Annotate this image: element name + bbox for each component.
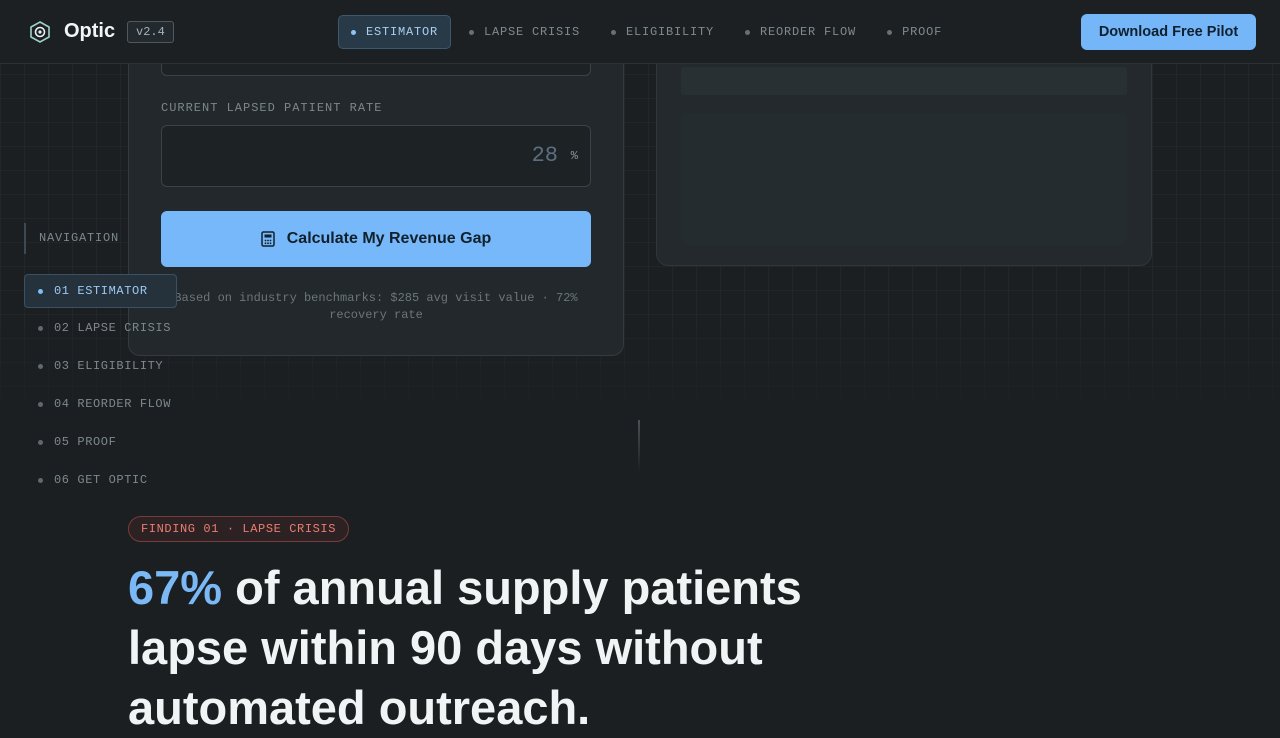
sidenav-item-eligibility[interactable]: 03 ELIGIBILITY xyxy=(24,349,177,383)
calculator-icon xyxy=(260,231,275,247)
tab-dot-icon xyxy=(887,29,893,35)
tab-proof[interactable]: PROOF xyxy=(874,15,955,49)
results-placeholder-bar xyxy=(681,67,1127,95)
calculate-label: Calculate My Revenue Gap xyxy=(286,230,492,247)
tab-dot-icon xyxy=(745,29,751,35)
lapsed-rate-label: CURRENT LAPSED PATIENT RATE xyxy=(161,101,383,115)
headline-text: of annual supply patients lapse within 9… xyxy=(128,561,802,734)
sidenav-item-proof[interactable]: 05 PROOF xyxy=(24,425,177,459)
lapsed-rate-input[interactable]: 28 % xyxy=(161,125,591,187)
headline-highlight: 67% xyxy=(128,561,223,614)
results-card xyxy=(656,30,1152,266)
version-badge: v2.4 xyxy=(127,21,174,43)
brand-name[interactable]: Optic xyxy=(64,20,115,43)
tab-dot-icon xyxy=(351,29,356,35)
top-nav: ESTIMATOR LAPSE CRISIS ELIGIBILITY REORD… xyxy=(338,15,960,49)
sidenav-item-get-optic[interactable]: 06 GET OPTIC xyxy=(24,463,177,497)
top-header: Optic v2.4 ESTIMATOR LAPSE CRISIS ELIGIB… xyxy=(0,0,1280,64)
sidenav-label: 04 REORDER FLOW xyxy=(54,397,172,411)
optic-logo-icon[interactable] xyxy=(29,21,51,43)
tab-label: LAPSE CRISIS xyxy=(484,25,581,39)
sidenav-dot-icon xyxy=(38,401,43,407)
calculate-revenue-gap-button[interactable]: Calculate My Revenue Gap xyxy=(161,211,591,267)
sidenav-dot-icon xyxy=(38,288,43,294)
download-pilot-button[interactable]: Download Free Pilot xyxy=(1081,14,1256,50)
percent-unit: % xyxy=(570,149,578,163)
benchmark-note: Based on industry benchmarks: $285 avg v… xyxy=(174,291,578,322)
sidenav-dot-icon xyxy=(38,363,43,369)
sidenav-label: 05 PROOF xyxy=(54,435,117,449)
section-divider xyxy=(638,420,640,472)
sidenav-item-reorder-flow[interactable]: 04 REORDER FLOW xyxy=(24,387,177,421)
sidenav-label: 01 ESTIMATOR xyxy=(54,284,148,298)
tab-label: REORDER FLOW xyxy=(760,25,857,39)
finding-headline: 67% of annual supply patients lapse with… xyxy=(128,558,888,738)
sidenav-title: NAVIGATION xyxy=(24,223,119,254)
sidenav-label: 02 LAPSE CRISIS xyxy=(54,321,172,335)
tab-dot-icon xyxy=(469,29,475,35)
tab-label: PROOF xyxy=(902,25,943,39)
tab-reorder-flow[interactable]: REORDER FLOW xyxy=(732,15,869,49)
sidenav-label: 06 GET OPTIC xyxy=(54,473,148,487)
tab-label: ELIGIBILITY xyxy=(626,25,715,39)
tab-eligibility[interactable]: ELIGIBILITY xyxy=(598,15,727,49)
sidenav-dot-icon xyxy=(38,477,43,483)
finding-tag: FINDING 01 · LAPSE CRISIS xyxy=(128,516,350,542)
lapsed-rate-value: 28 xyxy=(531,143,558,168)
results-placeholder-panel xyxy=(681,113,1127,245)
sidenav-item-lapse-crisis[interactable]: 02 LAPSE CRISIS xyxy=(24,311,177,345)
sidenav-dot-icon xyxy=(38,439,43,445)
tab-lapse-crisis[interactable]: LAPSE CRISIS xyxy=(456,15,593,49)
sidenav-dot-icon xyxy=(38,325,43,331)
tab-dot-icon xyxy=(611,29,617,35)
sidenav-item-estimator[interactable]: 01 ESTIMATOR xyxy=(24,274,177,308)
sidenav-label: 03 ELIGIBILITY xyxy=(54,359,164,373)
tab-estimator[interactable]: ESTIMATOR xyxy=(338,15,452,49)
tab-label: ESTIMATOR xyxy=(366,25,439,39)
